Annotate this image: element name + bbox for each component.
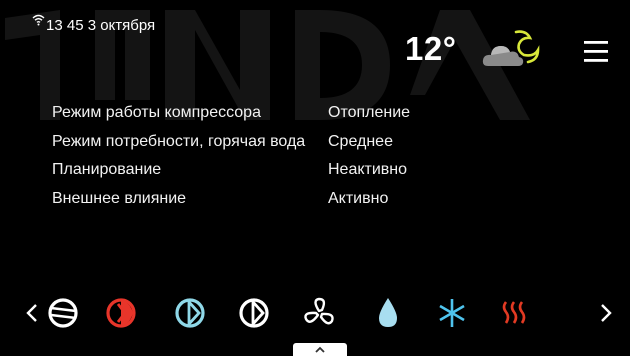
chevron-up-icon (315, 346, 325, 353)
drawer-handle[interactable] (293, 343, 347, 356)
partly-cloudy-night-icon (482, 30, 540, 66)
snowflake-icon[interactable] (434, 292, 470, 334)
status-bar: 13 45 3 октября (32, 14, 156, 35)
fan-icon[interactable] (302, 292, 338, 334)
chevron-right-icon[interactable] (598, 292, 614, 334)
info-value: Активно (328, 189, 389, 207)
info-label: Режим работы компрессора (52, 104, 261, 121)
outdoor-temperature: 12° (405, 30, 457, 67)
info-label: Внешнее влияние (52, 189, 187, 207)
hot-water-icon[interactable] (496, 292, 532, 334)
mode-icon-strip (0, 292, 630, 334)
cooling-circle-icon[interactable] (172, 292, 208, 334)
chevron-left-icon[interactable] (24, 292, 40, 334)
wifi-icon (32, 14, 45, 26)
info-label: Режим потребности, горячая вода (52, 132, 306, 150)
info-value: Среднее (328, 132, 393, 150)
heating-icon[interactable] (103, 292, 139, 334)
circulation-icon[interactable] (236, 292, 272, 334)
compressor-icon[interactable] (45, 292, 81, 334)
info-value: Неактивно (328, 161, 408, 178)
time-date-text: 13 45 3 октября (46, 17, 156, 34)
info-label: Планирование (52, 161, 162, 178)
info-value: Отопление (328, 104, 411, 121)
hamburger-menu-icon[interactable] (582, 40, 610, 64)
water-drop-icon[interactable] (370, 292, 406, 334)
